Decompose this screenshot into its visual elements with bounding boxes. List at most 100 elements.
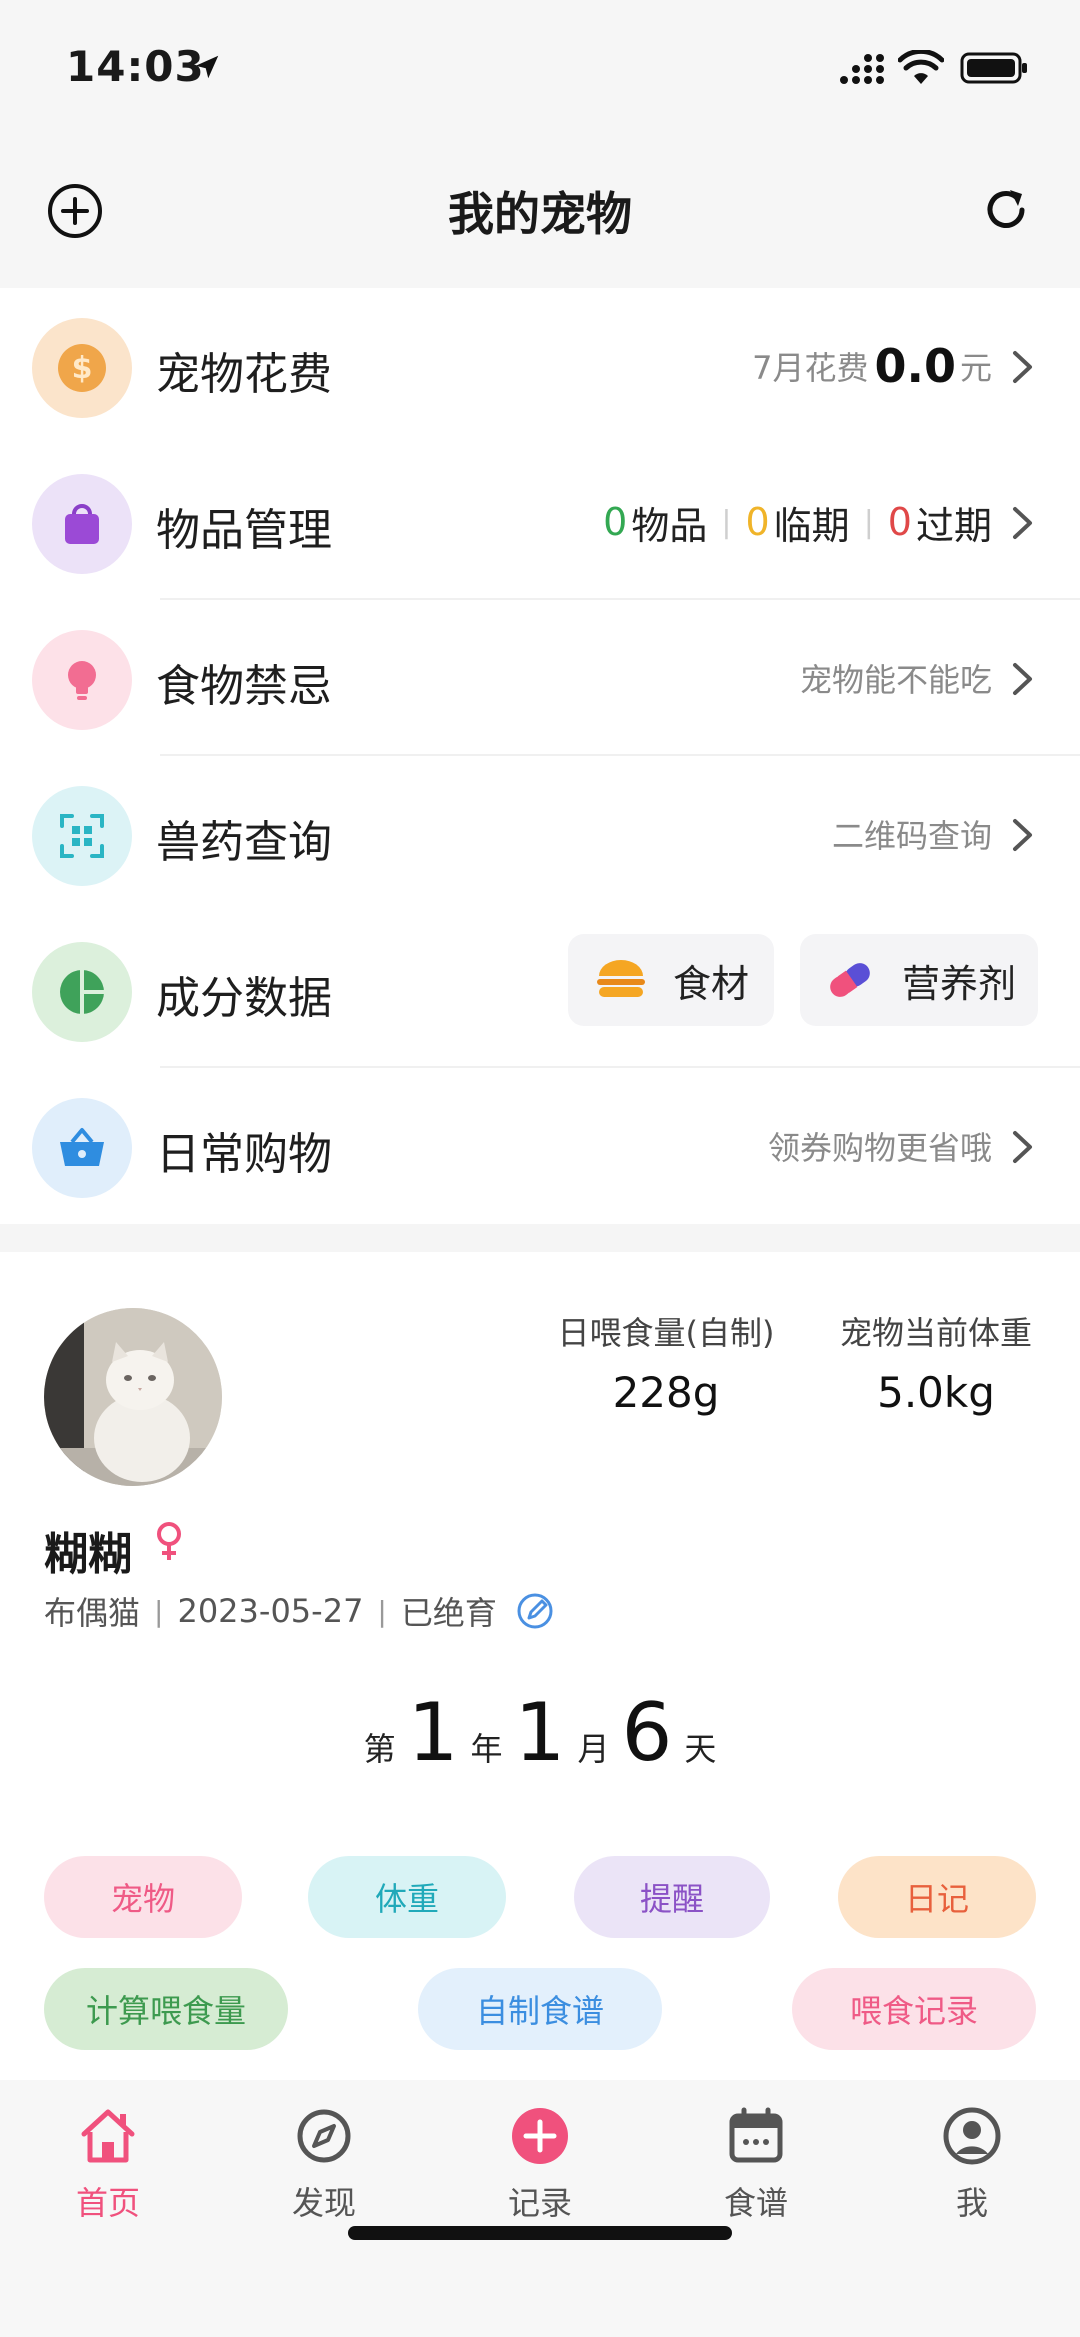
status-bar: 14:03 <box>0 0 1080 140</box>
cellular-signal-icon <box>840 54 884 84</box>
tab-bar: 首页 发现 记录 食谱 我 <box>0 2080 1080 2337</box>
shopping-bag-icon <box>32 474 132 574</box>
shopping-hint: 领券购物更省哦 <box>767 1129 992 1167</box>
tool-label-shopping: 日常购物 <box>156 1129 332 1180</box>
expired-label: 过期 <box>915 503 992 548</box>
food-taboo-hint: 宠物能不能吃 <box>799 661 992 699</box>
age-year-unit: 年 <box>470 1730 503 1768</box>
tab-recipes-label: 食谱 <box>723 2184 788 2222</box>
tools-list: $ 宠物花费 7月花费 0.0 元 物品管理 0 物品 | 0 临期 | 0 过… <box>0 288 1080 1224</box>
tab-discover[interactable]: 发现 <box>244 2104 404 2224</box>
cat-photo <box>44 1308 222 1486</box>
wifi-icon <box>898 50 944 84</box>
status-time: 14:03 <box>66 42 205 91</box>
calendar-icon <box>729 2107 783 2163</box>
user-icon <box>943 2107 1001 2165</box>
age-day-unit: 天 <box>684 1730 717 1768</box>
pet-info: 布偶猫 | 2023-05-27 | 已绝育 <box>44 1588 555 1634</box>
tab-home-label: 首页 <box>75 2184 140 2222</box>
age-month-unit: 月 <box>577 1730 610 1768</box>
pet-card: 日喂食量(自制) 228g 宠物当前体重 5.0kg 糊糊 布偶猫 | 2023… <box>0 1252 1080 2080</box>
expense-value: 0.0 <box>874 339 956 393</box>
lightbulb-icon <box>32 630 132 730</box>
tab-me[interactable]: 我 <box>892 2104 1052 2224</box>
expiring-count: 0 <box>745 500 770 544</box>
chevron-right-icon <box>1013 1131 1032 1163</box>
svg-text:$: $ <box>72 351 93 386</box>
items-count: 0 <box>603 500 628 544</box>
home-icon <box>81 2109 135 2163</box>
tab-home[interactable]: 首页 <box>28 2104 188 2224</box>
age-prefix: 第 <box>363 1730 396 1768</box>
reminder-button[interactable]: 提醒 <box>574 1856 770 1938</box>
pet-neutered: 已绝育 <box>400 1594 497 1632</box>
tool-row-ingredients: 成分数据 食材 营养剂 <box>0 912 1080 1068</box>
supplements-button[interactable]: 营养剂 <box>800 934 1038 1026</box>
tab-record-label: 记录 <box>507 2184 572 2222</box>
page-title: 我的宠物 <box>448 187 632 241</box>
tab-record[interactable]: 记录 <box>460 2104 620 2224</box>
age-months: 1 <box>514 1686 566 1779</box>
pet-name: 糊糊 <box>44 1529 132 1580</box>
expense-month-label: 7月花费 <box>752 349 869 387</box>
chevron-right-icon <box>1013 663 1032 695</box>
expired-count: 0 <box>887 500 912 544</box>
compass-icon <box>297 2109 351 2163</box>
coin-icon: $ <box>32 318 132 418</box>
chip-supplement-label: 营养剂 <box>901 961 1016 1006</box>
battery-icon <box>960 52 1027 84</box>
add-circle-icon <box>512 2108 568 2164</box>
tool-row-vet-drug[interactable]: 兽药查询 二维码查询 <box>0 756 1080 912</box>
items-count-label: 物品 <box>631 503 708 548</box>
burger-icon <box>596 960 645 997</box>
chevron-right-icon <box>1013 507 1032 539</box>
refresh-icon[interactable] <box>976 180 1036 240</box>
tool-label-expense: 宠物花费 <box>156 349 332 400</box>
pet-avatar[interactable] <box>44 1308 222 1486</box>
weight-label: 宠物当前体重 <box>839 1314 1032 1352</box>
expiring-label: 临期 <box>773 503 850 548</box>
expense-unit: 元 <box>959 349 992 387</box>
pie-chart-icon <box>32 942 132 1042</box>
age-days: 6 <box>621 1686 673 1779</box>
daily-food-label: 日喂食量(自制) <box>557 1314 775 1352</box>
tool-label-items: 物品管理 <box>156 505 332 556</box>
tool-row-food-taboo[interactable]: 食物禁忌 宠物能不能吃 <box>0 600 1080 756</box>
age-years: 1 <box>407 1686 459 1779</box>
chevron-right-icon <box>1013 819 1032 851</box>
calc-feeding-button[interactable]: 计算喂食量 <box>44 1968 288 2050</box>
items-summary: 0 物品 | 0 临期 | 0 过期 <box>603 444 992 600</box>
edit-icon[interactable] <box>515 1591 555 1631</box>
tool-row-items[interactable]: 物品管理 0 物品 | 0 临期 | 0 过期 <box>0 444 1080 600</box>
pet-button[interactable]: 宠物 <box>44 1856 242 1938</box>
navigation-bar: 我的宠物 <box>0 140 1080 288</box>
home-indicator <box>348 2226 732 2240</box>
location-arrow-icon <box>195 55 219 79</box>
weight-button[interactable]: 体重 <box>308 1856 506 1938</box>
daily-food-value: 228g <box>612 1368 720 1417</box>
pet-breed: 布偶猫 <box>44 1594 141 1632</box>
vet-drug-hint: 二维码查询 <box>831 817 992 855</box>
tab-me-label: 我 <box>955 2184 988 2222</box>
tool-row-expense[interactable]: $ 宠物花费 7月花费 0.0 元 <box>0 288 1080 444</box>
qr-scan-icon <box>32 786 132 886</box>
expense-summary: 7月花费 0.0 元 <box>752 288 992 444</box>
diary-button[interactable]: 日记 <box>838 1856 1036 1938</box>
weight-value: 5.0kg <box>877 1368 995 1417</box>
tab-recipes[interactable]: 食谱 <box>676 2104 836 2224</box>
chevron-right-icon <box>1013 351 1032 383</box>
tool-row-shopping[interactable]: 日常购物 领券购物更省哦 <box>0 1068 1080 1224</box>
tab-discover-label: 发现 <box>291 2184 356 2222</box>
homemade-recipe-button[interactable]: 自制食谱 <box>418 1968 662 2050</box>
screen: 14:03 我的宠物 $ 宠物花费 7月花费 0.0 元 物品管理 0 物品 |… <box>0 0 1080 2337</box>
pet-birthday: 2023-05-27 <box>177 1592 364 1630</box>
capsule-icon <box>830 963 870 997</box>
tool-label-vet-drug: 兽药查询 <box>156 817 332 868</box>
tool-label-food-taboo: 食物禁忌 <box>156 661 332 712</box>
pet-age: 第 1 年 1 月 6 天 <box>0 1686 1080 1779</box>
food-ingredients-button[interactable]: 食材 <box>568 934 774 1026</box>
female-icon <box>157 1522 181 1560</box>
tool-label-ingredients: 成分数据 <box>156 973 332 1024</box>
feeding-record-button[interactable]: 喂食记录 <box>792 1968 1036 2050</box>
basket-icon <box>32 1098 132 1198</box>
